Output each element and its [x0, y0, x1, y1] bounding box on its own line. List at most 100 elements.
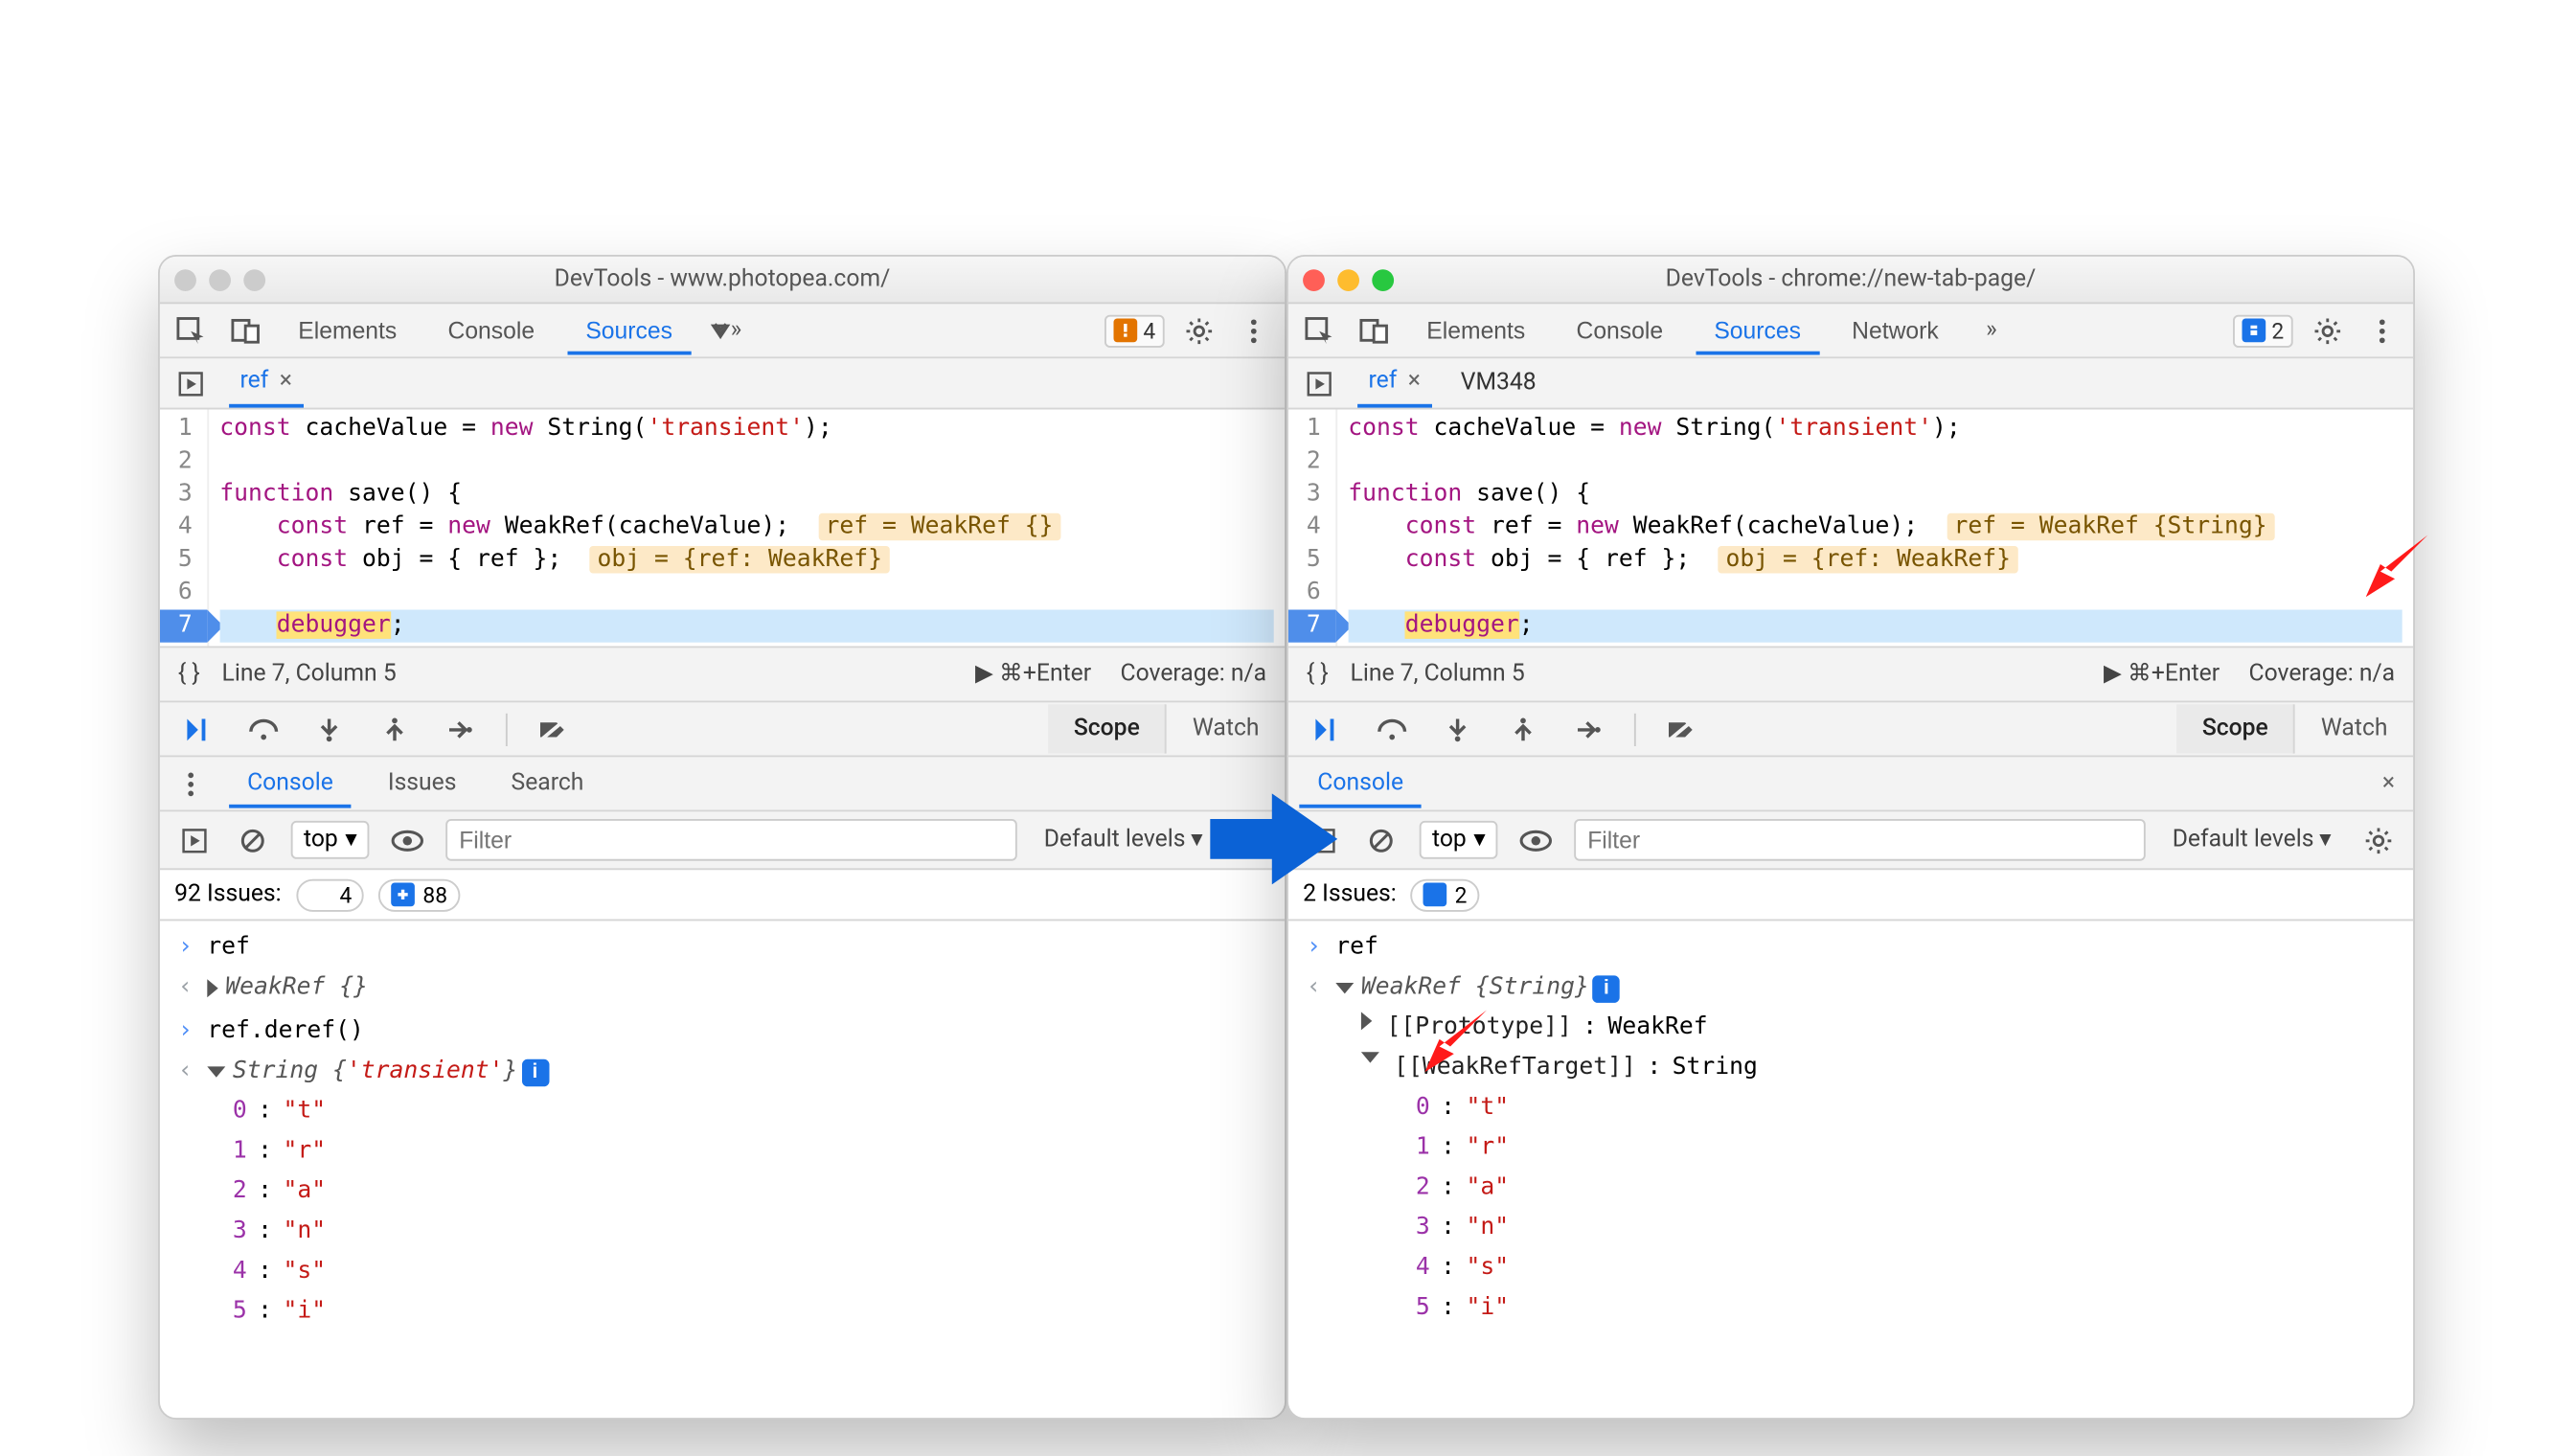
property-row[interactable]: 1: "r" [160, 1132, 1285, 1172]
tab-elements[interactable]: Elements [280, 306, 415, 354]
step-into-icon[interactable] [1438, 709, 1478, 749]
run-snippet-icon[interactable] [1299, 363, 1339, 403]
property-row[interactable]: 0: "t" [160, 1092, 1285, 1132]
file-tab-ref[interactable]: ref × [1357, 358, 1431, 407]
triangle-down-icon[interactable] [207, 1066, 225, 1077]
triangle-down-icon[interactable] [1361, 1052, 1379, 1062]
filter-input[interactable] [446, 819, 1016, 861]
tab-sources[interactable]: Sources [567, 306, 691, 354]
step-out-icon[interactable] [1503, 709, 1543, 749]
gear-icon[interactable] [1179, 310, 1219, 351]
clear-console-icon[interactable] [233, 820, 273, 860]
close-icon[interactable]: × [280, 368, 292, 396]
triangle-right-icon[interactable] [207, 979, 217, 997]
console-output-row[interactable]: ‹WeakRef {} [160, 968, 1285, 1012]
drawer-tab-search[interactable]: Search [493, 759, 603, 808]
property-row[interactable]: 4: "s" [1288, 1248, 2413, 1288]
deactivate-breakpoints-icon[interactable] [533, 709, 573, 749]
property-row[interactable]: 5: "i" [1288, 1288, 2413, 1329]
step-over-icon[interactable] [1372, 709, 1412, 749]
tab-watch[interactable]: Watch [1167, 704, 1285, 753]
deactivate-breakpoints-icon[interactable] [1661, 709, 1701, 749]
context-selector[interactable]: top▾ [291, 821, 370, 859]
close-icon[interactable]: × [1408, 368, 1421, 396]
gear-icon[interactable] [2308, 310, 2348, 351]
coverage-label[interactable]: Coverage: n/a [1121, 661, 1267, 689]
issues-info-pill[interactable]: 88 [379, 878, 461, 911]
file-tab-vm[interactable]: VM348 [1449, 360, 1547, 406]
step-out-icon[interactable] [375, 709, 415, 749]
issues-badge[interactable]: 2 [2233, 314, 2292, 347]
run-shortcut[interactable]: ▶ ⌘+Enter [2104, 661, 2220, 689]
property-row[interactable]: 3: "n" [1288, 1209, 2413, 1249]
code-lines[interactable]: const cacheValue = new String('transient… [1337, 410, 2413, 647]
tab-network[interactable]: Network [1833, 306, 1957, 354]
tab-scope[interactable]: Scope [1048, 704, 1167, 753]
issues-summary[interactable]: 2 Issues: 2 [1288, 870, 2413, 921]
kebab-icon[interactable] [1234, 310, 1274, 351]
property-row[interactable]: 2: "a" [1288, 1169, 2413, 1209]
info-icon[interactable]: i [1593, 974, 1621, 1001]
context-selector[interactable]: top▾ [1420, 821, 1498, 859]
coverage-label[interactable]: Coverage: n/a [2249, 661, 2396, 689]
property-row[interactable]: 2: "a" [160, 1172, 1285, 1213]
filter-input[interactable] [1575, 819, 2145, 861]
resume-icon[interactable] [178, 709, 218, 749]
drawer-tab-issues[interactable]: Issues [370, 759, 475, 808]
tab-scope[interactable]: Scope [2176, 704, 2295, 753]
issues-summary[interactable]: 92 Issues: 4 88 [160, 870, 1285, 921]
triangle-down-icon[interactable] [1335, 983, 1354, 993]
tab-sources[interactable]: Sources [1696, 306, 1819, 354]
property-row[interactable]: 5: "i" [160, 1292, 1285, 1332]
tab-console[interactable]: Console [1558, 306, 1681, 354]
property-row[interactable]: 4: "s" [160, 1252, 1285, 1292]
triangle-right-icon[interactable] [1361, 1012, 1372, 1030]
titlebar[interactable]: DevTools - www.photopea.com/ [160, 257, 1285, 304]
tab-elements[interactable]: Elements [1408, 306, 1543, 354]
resume-icon[interactable] [1307, 709, 1347, 749]
braces-icon[interactable]: { } [178, 661, 200, 689]
gear-icon[interactable] [2358, 820, 2399, 860]
run-snippet-icon[interactable] [171, 363, 211, 403]
more-tabs-icon[interactable]: » [1971, 310, 2012, 351]
close-drawer-icon[interactable]: × [2375, 762, 2402, 805]
inspect-icon[interactable] [171, 310, 211, 351]
live-expression-icon[interactable] [388, 820, 428, 860]
tab-console[interactable]: Console [429, 306, 553, 354]
live-expression-icon[interactable] [1516, 820, 1557, 860]
console-output[interactable]: ›ref ‹WeakRef {String} i [[Prototype]]: … [1288, 921, 2413, 1418]
console-output-row[interactable]: ‹String {'transient'} i [160, 1052, 1285, 1092]
titlebar[interactable]: DevTools - chrome://new-tab-page/ [1288, 257, 2413, 304]
property-row[interactable]: 0: "t" [1288, 1088, 2413, 1128]
kebab-icon[interactable] [2362, 310, 2402, 351]
clear-console-icon[interactable] [1361, 820, 1401, 860]
info-icon[interactable]: i [521, 1058, 549, 1086]
code-lines[interactable]: const cacheValue = new String('transient… [209, 410, 1285, 647]
device-toggle-icon[interactable] [225, 310, 265, 351]
run-snippet-icon[interactable] [174, 820, 215, 860]
code-editor[interactable]: 123456 7 const cacheValue = new String('… [1288, 410, 2413, 648]
console-output-row[interactable]: ‹WeakRef {String} i [1288, 968, 2413, 1009]
file-tab-ref[interactable]: ref × [229, 358, 303, 407]
braces-icon[interactable]: { } [1307, 661, 1329, 689]
drawer-tab-console[interactable]: Console [229, 759, 352, 808]
issues-warn-pill[interactable]: 4 [296, 878, 365, 911]
device-toggle-icon[interactable] [1354, 310, 1394, 351]
tab-watch[interactable]: Watch [2295, 704, 2413, 753]
levels-selector[interactable]: Default levels▾ [2163, 821, 2340, 859]
property-row[interactable]: 3: "n" [160, 1212, 1285, 1252]
kebab-icon[interactable] [171, 763, 211, 804]
step-icon[interactable] [1569, 709, 1609, 749]
levels-selector[interactable]: Default levels▾ [1035, 821, 1212, 859]
issues-info-pill[interactable]: 2 [1411, 878, 1480, 911]
console-output[interactable]: ›ref ‹WeakRef {} ›ref.deref() ‹String {'… [160, 921, 1285, 1418]
step-icon[interactable] [441, 709, 481, 749]
issues-badge[interactable]: 4 [1104, 314, 1164, 347]
step-over-icon[interactable] [243, 709, 284, 749]
run-shortcut[interactable]: ▶ ⌘+Enter [975, 661, 1091, 689]
more-tabs-icon[interactable]: » [705, 310, 745, 351]
inspect-icon[interactable] [1299, 310, 1339, 351]
property-row[interactable]: 1: "r" [1288, 1128, 2413, 1169]
code-editor[interactable]: 123456 7 const cacheValue = new String('… [160, 410, 1285, 648]
step-into-icon[interactable] [309, 709, 350, 749]
